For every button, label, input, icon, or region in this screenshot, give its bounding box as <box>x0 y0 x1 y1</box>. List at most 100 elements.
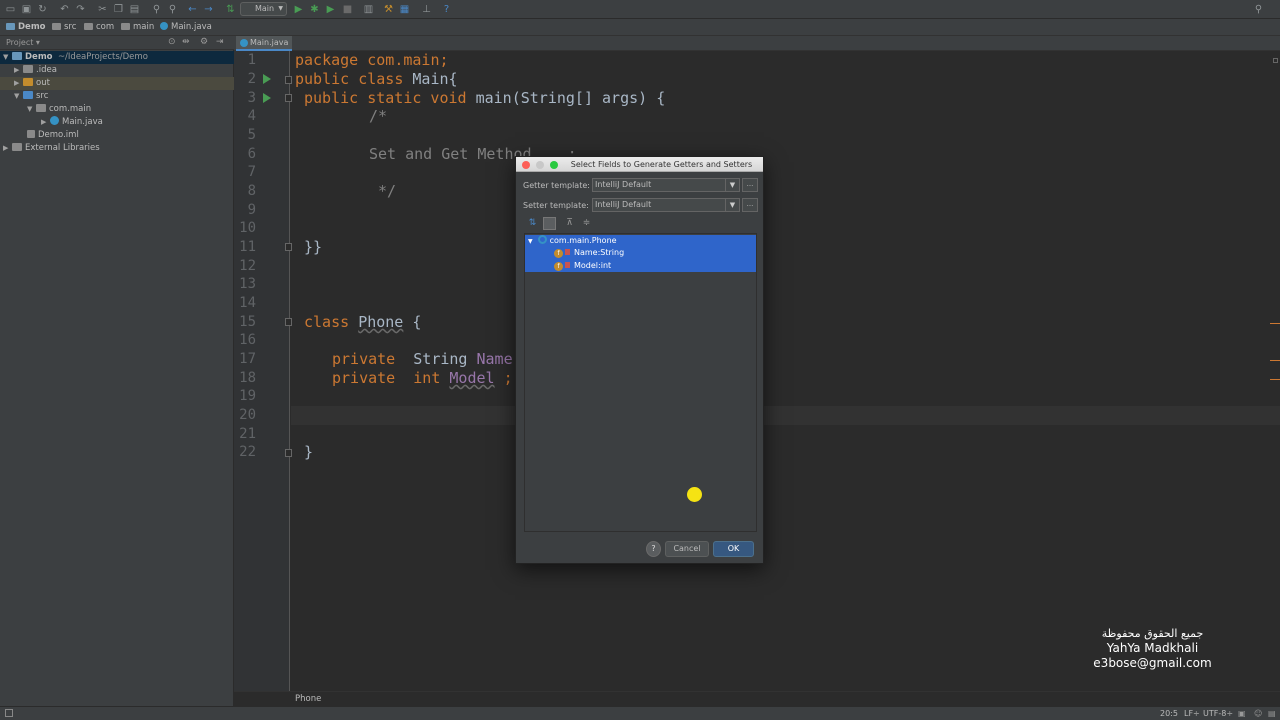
paste-icon[interactable]: ▤ <box>128 3 141 16</box>
setter-template-select[interactable]: IntelliJ Default ▼ <box>592 198 740 212</box>
run-icon[interactable]: ▶ <box>292 3 305 16</box>
collapse-all-icon[interactable]: ≑ <box>580 217 593 230</box>
event-log-icon[interactable]: ▤ <box>1268 709 1276 718</box>
hide-icon[interactable]: ⇥ <box>216 37 224 47</box>
cancel-button[interactable]: Cancel <box>665 541 709 557</box>
setter-template-more-button[interactable]: ... <box>742 198 758 212</box>
folder-icon <box>84 23 93 30</box>
tree-item-field-model[interactable]: f Model:int <box>525 259 756 272</box>
line-number: 6 <box>247 146 256 162</box>
tree-item-main-java[interactable]: ▶ Main.java <box>0 116 234 129</box>
caret-position[interactable]: 20:5 <box>1160 709 1178 718</box>
vcs-icon[interactable]: ▦ <box>398 3 411 16</box>
tree-item-external-libraries[interactable]: ▶ External Libraries <box>0 142 234 155</box>
run-method-icon[interactable] <box>263 93 271 103</box>
breadcrumb-demo[interactable]: Demo <box>6 22 46 32</box>
source-folder-icon <box>23 91 33 99</box>
gear-icon[interactable]: ⚙ <box>200 37 208 47</box>
replace-icon[interactable]: ⚲ <box>166 3 179 16</box>
run-configuration-select[interactable]: Main ▼ <box>240 2 287 16</box>
line-separator[interactable]: LF÷ <box>1184 709 1200 718</box>
fold-marker-icon[interactable] <box>285 243 292 251</box>
class-icon <box>240 39 248 47</box>
tool-windows-icon[interactable] <box>5 709 13 717</box>
tree-item-src[interactable]: ▼ src <box>0 90 234 103</box>
expand-all-icon[interactable]: ⊼ <box>563 217 576 230</box>
expand-arrow-icon: ▼ <box>27 105 33 113</box>
tree-item-out[interactable]: ▶ out <box>0 77 234 90</box>
back-icon[interactable]: ← <box>186 3 199 16</box>
editor-breadcrumbs: Phone <box>234 691 1280 706</box>
minimize-window-icon[interactable] <box>536 161 544 169</box>
file-encoding[interactable]: UTF-8÷ <box>1203 709 1233 718</box>
code-text: main(String[] args) { <box>475 89 666 107</box>
fold-marker-icon[interactable] <box>285 94 292 102</box>
search-everywhere-icon[interactable]: ⚲ <box>1252 3 1265 16</box>
sdk-icon[interactable]: ⚒ <box>382 3 395 16</box>
line-number: 9 <box>247 202 256 218</box>
current-line-highlight <box>291 406 1280 425</box>
warning-stripe-mark[interactable] <box>1270 379 1280 380</box>
sync-icon[interactable]: ↻ <box>36 3 49 16</box>
code-line-11: }} <box>304 238 323 256</box>
field-label: Name:String <box>574 248 625 257</box>
setter-template-label: Setter template: <box>523 201 589 210</box>
undo-icon[interactable]: ↶ <box>58 3 71 16</box>
code-keyword: public static void <box>304 89 476 107</box>
tab-main-java[interactable]: Main.java <box>236 36 292 51</box>
scroll-from-source-icon[interactable]: ⊙ <box>168 37 176 47</box>
breadcrumb-main-java[interactable]: Main.java <box>160 22 212 32</box>
copy-icon[interactable]: ❐ <box>112 3 125 16</box>
tree-item-demo[interactable]: ▼ Demo ~/IdeaProjects/Demo <box>0 51 234 64</box>
show-classes-icon[interactable] <box>543 217 556 230</box>
tools-icon[interactable]: ⊥ <box>420 3 433 16</box>
getter-template-select[interactable]: IntelliJ Default ▼ <box>592 178 740 192</box>
breadcrumb-phone[interactable]: Phone <box>295 694 321 704</box>
module-folder-icon <box>12 52 22 60</box>
project-view-selector[interactable]: Project ▾ <box>6 38 40 47</box>
getter-template-label: Getter template: <box>523 181 590 190</box>
stop-icon[interactable]: ■ <box>341 3 354 16</box>
help-icon[interactable]: ? <box>440 3 453 16</box>
breadcrumb-src[interactable]: src <box>52 22 76 32</box>
coverage-icon[interactable]: ▶ <box>324 3 337 16</box>
warning-stripe-mark[interactable] <box>1270 323 1280 324</box>
class-label: com.main.Phone <box>549 236 617 245</box>
inspector-icon[interactable]: ☺ <box>1254 709 1262 718</box>
project-structure-icon[interactable]: ▥ <box>362 3 375 16</box>
line-number: 15 <box>239 314 256 330</box>
tree-item-field-name[interactable]: f Name:String <box>525 247 756 260</box>
tree-item-com-main[interactable]: ▼ com.main <box>0 103 234 116</box>
zoom-window-icon[interactable] <box>550 161 558 169</box>
run-class-icon[interactable] <box>263 74 271 84</box>
collapse-all-icon[interactable]: ⇹ <box>182 37 190 47</box>
fold-marker-icon[interactable] <box>285 449 292 457</box>
build-icon[interactable]: ⇅ <box>224 3 237 16</box>
redo-icon[interactable]: ↷ <box>74 3 87 16</box>
watermark-rights: جميع الحقوق محفوظة <box>1101 627 1204 640</box>
inspection-status-icon[interactable] <box>1273 58 1278 63</box>
breadcrumb-com[interactable]: com <box>84 22 114 32</box>
close-window-icon[interactable] <box>522 161 530 169</box>
watermark-author: YahYa Madkhali <box>1106 641 1199 655</box>
find-icon[interactable]: ⚲ <box>150 3 163 16</box>
fold-marker-icon[interactable] <box>285 76 292 84</box>
tree-item-class-phone[interactable]: ▼ com.main.Phone <box>525 235 756 248</box>
save-icon[interactable]: ▣ <box>20 3 33 16</box>
getter-template-more-button[interactable]: ... <box>742 178 758 192</box>
cut-icon[interactable]: ✂ <box>96 3 109 16</box>
open-icon[interactable]: ▭ <box>4 3 17 16</box>
lock-icon[interactable]: ▣ <box>1238 709 1246 718</box>
line-number: 2 <box>247 71 256 87</box>
debug-icon[interactable]: ✱ <box>308 3 321 16</box>
warning-stripe-mark[interactable] <box>1270 360 1280 361</box>
fold-marker-icon[interactable] <box>285 318 292 326</box>
tree-item-demo-iml[interactable]: Demo.iml <box>0 129 234 142</box>
forward-icon[interactable]: → <box>202 3 215 16</box>
breadcrumb-main[interactable]: main <box>121 22 154 32</box>
help-button[interactable]: ? <box>646 541 661 557</box>
library-icon <box>12 143 22 151</box>
tree-item-idea[interactable]: ▶ .idea <box>0 64 234 77</box>
ok-button[interactable]: OK <box>713 541 754 557</box>
sort-alphabetically-icon[interactable]: ⇅ <box>526 217 539 230</box>
